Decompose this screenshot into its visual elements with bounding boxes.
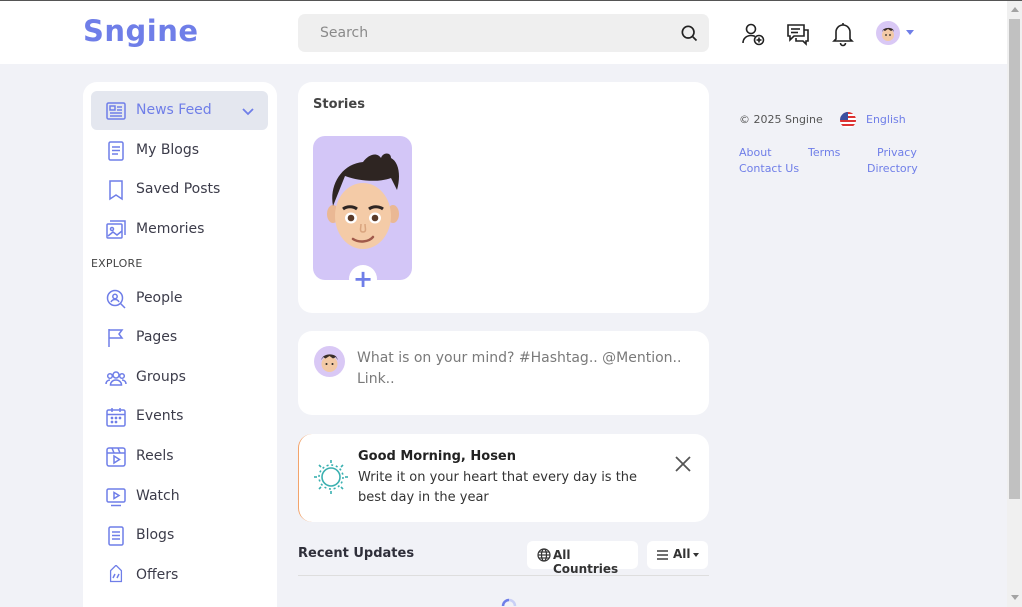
add-story-button[interactable]: + — [349, 265, 377, 293]
reels-icon — [106, 447, 126, 467]
sidebar-item-label: Saved Posts — [136, 181, 221, 197]
blog-icon — [108, 526, 124, 546]
sidebar-item-memories[interactable]: Memories — [91, 210, 268, 249]
top-header: Sngine — [0, 1, 1007, 64]
copyright-text: © 2025 Sngine — [739, 113, 823, 126]
greeting-title: Good Morning, Hosen — [358, 449, 516, 464]
user-memoji-avatar — [327, 153, 399, 249]
composer-input[interactable]: What is on your mind? #Hashtag.. @Mentio… — [357, 348, 697, 390]
people-search-icon — [106, 289, 126, 309]
feed-divider — [298, 575, 709, 576]
sun-icon — [314, 460, 348, 494]
search-icon[interactable] — [679, 23, 699, 43]
footer-link-contact[interactable]: Contact Us — [739, 162, 799, 175]
sidebar-item-groups[interactable]: Groups — [91, 358, 268, 397]
sidebar-item-offers[interactable]: Offers — [91, 556, 268, 595]
search-box[interactable] — [298, 14, 709, 52]
sidebar-item-saved-posts[interactable]: Saved Posts — [91, 170, 268, 209]
footer-link-about[interactable]: About — [739, 146, 772, 159]
sidebar-item-my-blogs[interactable]: My Blogs — [91, 131, 268, 170]
scrollbar-thumb[interactable] — [1009, 19, 1020, 499]
bookmark-icon — [109, 180, 123, 201]
post-composer[interactable]: What is on your mind? #Hashtag.. @Mentio… — [298, 331, 709, 415]
watch-video-icon — [106, 488, 126, 507]
composer-avatar — [314, 346, 345, 377]
groups-icon — [105, 371, 127, 386]
sidebar-section-heading: EXPLORE — [91, 257, 143, 270]
footer-link-privacy[interactable]: Privacy — [877, 146, 917, 159]
offer-tag-icon — [109, 565, 123, 583]
sidebar-item-label: Offers — [136, 567, 179, 583]
calendar-icon — [106, 408, 126, 427]
sidebar-item-reels[interactable]: Reels — [91, 437, 268, 476]
sidebar-item-people[interactable]: People — [91, 279, 268, 318]
sidebar-item-label: Blogs — [136, 527, 175, 543]
chevron-down-icon[interactable] — [240, 103, 256, 119]
sidebar-item-label: Events — [136, 408, 184, 424]
globe-icon — [537, 548, 551, 562]
menu-lines-icon — [657, 550, 668, 560]
create-story-tile[interactable]: + — [313, 136, 412, 293]
sidebar-item-label: News Feed — [136, 102, 212, 118]
sidebar-item-blogs[interactable]: Blogs — [91, 516, 268, 555]
sidebar-item-watch[interactable]: Watch — [91, 477, 268, 516]
account-menu-caret-icon[interactable] — [906, 30, 914, 35]
language-selector[interactable]: English — [866, 113, 906, 126]
scroll-down-arrow-icon[interactable] — [1011, 595, 1019, 600]
sidebar-item-label: People — [136, 290, 183, 306]
all-countries-button[interactable]: All Countries — [527, 541, 638, 576]
user-avatar[interactable] — [876, 21, 900, 45]
photo-album-icon — [106, 220, 126, 239]
search-input[interactable] — [298, 14, 668, 52]
scroll-up-arrow-icon[interactable] — [1011, 7, 1019, 12]
page-scrollbar[interactable] — [1007, 1, 1022, 607]
filter-all-dropdown[interactable]: All — [647, 541, 708, 569]
stories-card: Stories + — [298, 82, 709, 313]
flag-icon — [108, 329, 124, 347]
greeting-card: Good Morning, Hosen Write it on your hea… — [298, 434, 709, 522]
document-icon — [108, 141, 124, 161]
newspaper-icon — [106, 102, 126, 120]
sidebar-item-label: Reels — [136, 448, 174, 464]
sidebar-item-events[interactable]: Events — [91, 397, 268, 436]
sidebar-item-label: Memories — [136, 221, 205, 237]
dropdown-caret-icon — [693, 553, 699, 557]
greeting-message: Write it on your heart that every day is… — [358, 470, 638, 505]
notifications-bell-icon[interactable] — [830, 21, 856, 47]
all-countries-label: All Countries — [553, 548, 619, 576]
recent-updates-heading: Recent Updates — [298, 546, 415, 561]
footer-link-directory[interactable]: Directory — [867, 162, 918, 175]
us-flag-icon[interactable] — [840, 112, 856, 128]
sidebar-item-label: My Blogs — [136, 142, 200, 158]
footer-link-terms[interactable]: Terms — [808, 146, 840, 159]
close-icon[interactable] — [672, 453, 694, 475]
site-logo[interactable]: Sngine — [83, 14, 199, 48]
sidebar-item-label: Watch — [136, 488, 180, 504]
sidebar-item-label: Pages — [136, 329, 178, 345]
stories-title: Stories — [313, 97, 365, 112]
add-friend-icon[interactable] — [740, 21, 766, 47]
loading-spinner-icon — [501, 598, 517, 607]
messages-icon[interactable] — [785, 21, 811, 47]
filter-all-label: All — [673, 547, 691, 561]
sidebar-item-label: Groups — [136, 369, 186, 385]
sidebar-item-pages[interactable]: Pages — [91, 318, 268, 357]
sidebar-item-news-feed[interactable]: News Feed — [91, 91, 268, 130]
left-sidebar: News Feed My Blogs Saved Posts Memories … — [83, 82, 277, 607]
